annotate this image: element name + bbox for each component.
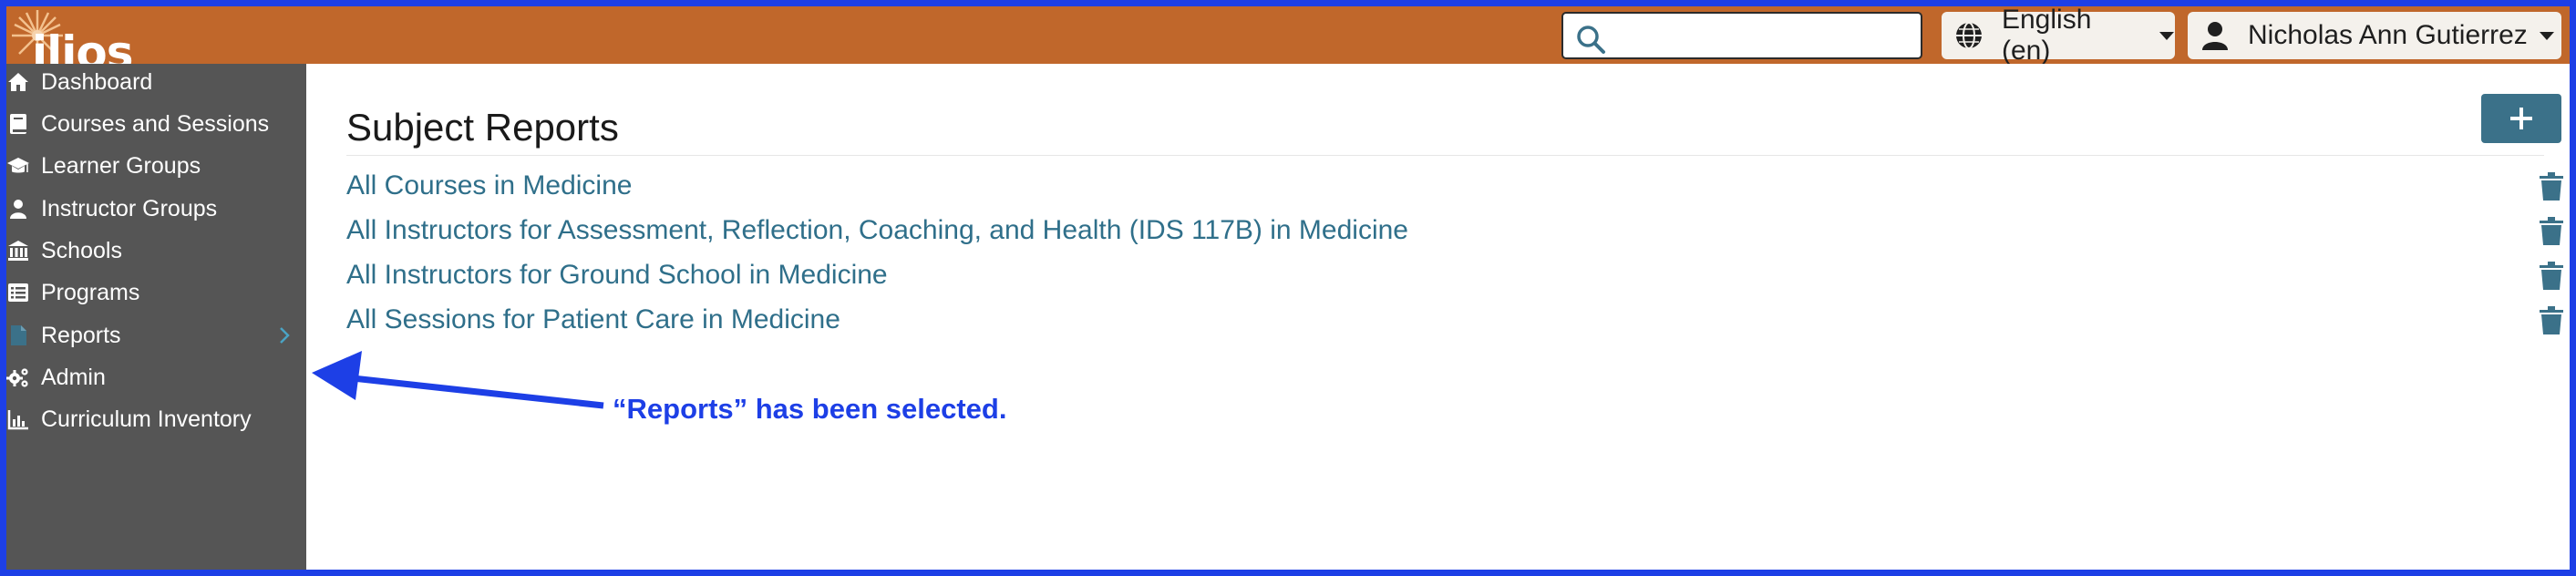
book-icon [10, 114, 26, 134]
sidebar-item-label: Courses and Sessions [41, 110, 270, 137]
gears-icon [6, 368, 28, 387]
sidebar-item-admin[interactable]: Admin [6, 359, 306, 396]
sidebar-item-reports[interactable]: Reports [6, 317, 306, 354]
list-icon [8, 283, 28, 302]
sidebar-item-curriculum-inventory[interactable]: Curriculum Inventory [6, 401, 306, 437]
search-icon [1577, 26, 1605, 54]
sidebar-item-label: Learner Groups [41, 152, 201, 179]
chevron-right-icon [280, 327, 290, 344]
search-input[interactable] [1614, 21, 1910, 52]
sidebar-item-programs[interactable]: Programs [6, 274, 306, 311]
language-selector[interactable]: English (en) [1942, 6, 2175, 66]
report-link[interactable]: All Instructors for Assessment, Reflecti… [346, 215, 1408, 246]
language-label: English (en) [2001, 5, 2092, 66]
sidebar-item-label: Curriculum Inventory [41, 406, 252, 432]
sidebar-item-learner-groups[interactable]: Learner Groups [6, 148, 306, 184]
school-building-icon [8, 241, 28, 261]
report-link[interactable]: All Sessions for Patient Care in Medicin… [346, 304, 840, 335]
search-box[interactable] [1561, 12, 1922, 59]
sidebar-item-instructor-groups[interactable]: Instructor Groups [6, 190, 306, 227]
caret-down-icon [2159, 32, 2174, 40]
trash-icon[interactable] [2540, 172, 2563, 201]
sidebar: Dashboard Courses and Sessions Learner G… [6, 64, 306, 570]
sidebar-item-label: Dashboard [41, 68, 153, 95]
sidebar-item-label: Instructor Groups [41, 195, 218, 221]
file-icon [11, 325, 26, 345]
sidebar-item-label: Schools [41, 237, 122, 263]
report-link[interactable]: All Courses in Medicine [346, 170, 632, 201]
globe-icon [1955, 22, 1982, 49]
home-icon [8, 73, 28, 91]
user-icon [10, 200, 26, 219]
trash-icon[interactable] [2540, 217, 2563, 246]
trash-icon[interactable] [2540, 306, 2563, 335]
page-title: Subject Reports [346, 106, 619, 149]
plus-icon [2510, 108, 2532, 129]
report-link[interactable]: All Instructors for Ground School in Med… [346, 260, 888, 291]
trash-icon[interactable] [2540, 262, 2563, 291]
sidebar-item-courses-and-sessions[interactable]: Courses and Sessions [6, 106, 306, 142]
sidebar-item-label: Programs [41, 279, 140, 305]
graduation-cap-icon [7, 158, 29, 173]
main-content: Subject Reports All Courses in Medicine … [306, 64, 2570, 570]
sidebar-item-label: Reports [41, 322, 121, 348]
user-icon [2202, 22, 2228, 50]
chart-icon [7, 410, 28, 430]
screenshot-frame: ilios English (en) Nicholas Ann Gutierre… [0, 0, 2576, 576]
user-name: Nicholas Ann Gutierrez [2248, 20, 2528, 50]
annotation-text: “Reports” has been selected. [613, 393, 1007, 425]
sidebar-item-schools[interactable]: Schools [6, 232, 306, 269]
divider [346, 155, 2544, 156]
add-report-button[interactable] [2481, 94, 2561, 143]
top-bar: ilios English (en) Nicholas Ann Gutierre… [6, 6, 2570, 76]
user-menu[interactable]: Nicholas Ann Gutierrez [2188, 12, 2561, 59]
sidebar-item-dashboard[interactable]: Dashboard [6, 64, 306, 100]
sidebar-item-label: Admin [41, 364, 106, 390]
caret-down-icon [2539, 32, 2554, 40]
